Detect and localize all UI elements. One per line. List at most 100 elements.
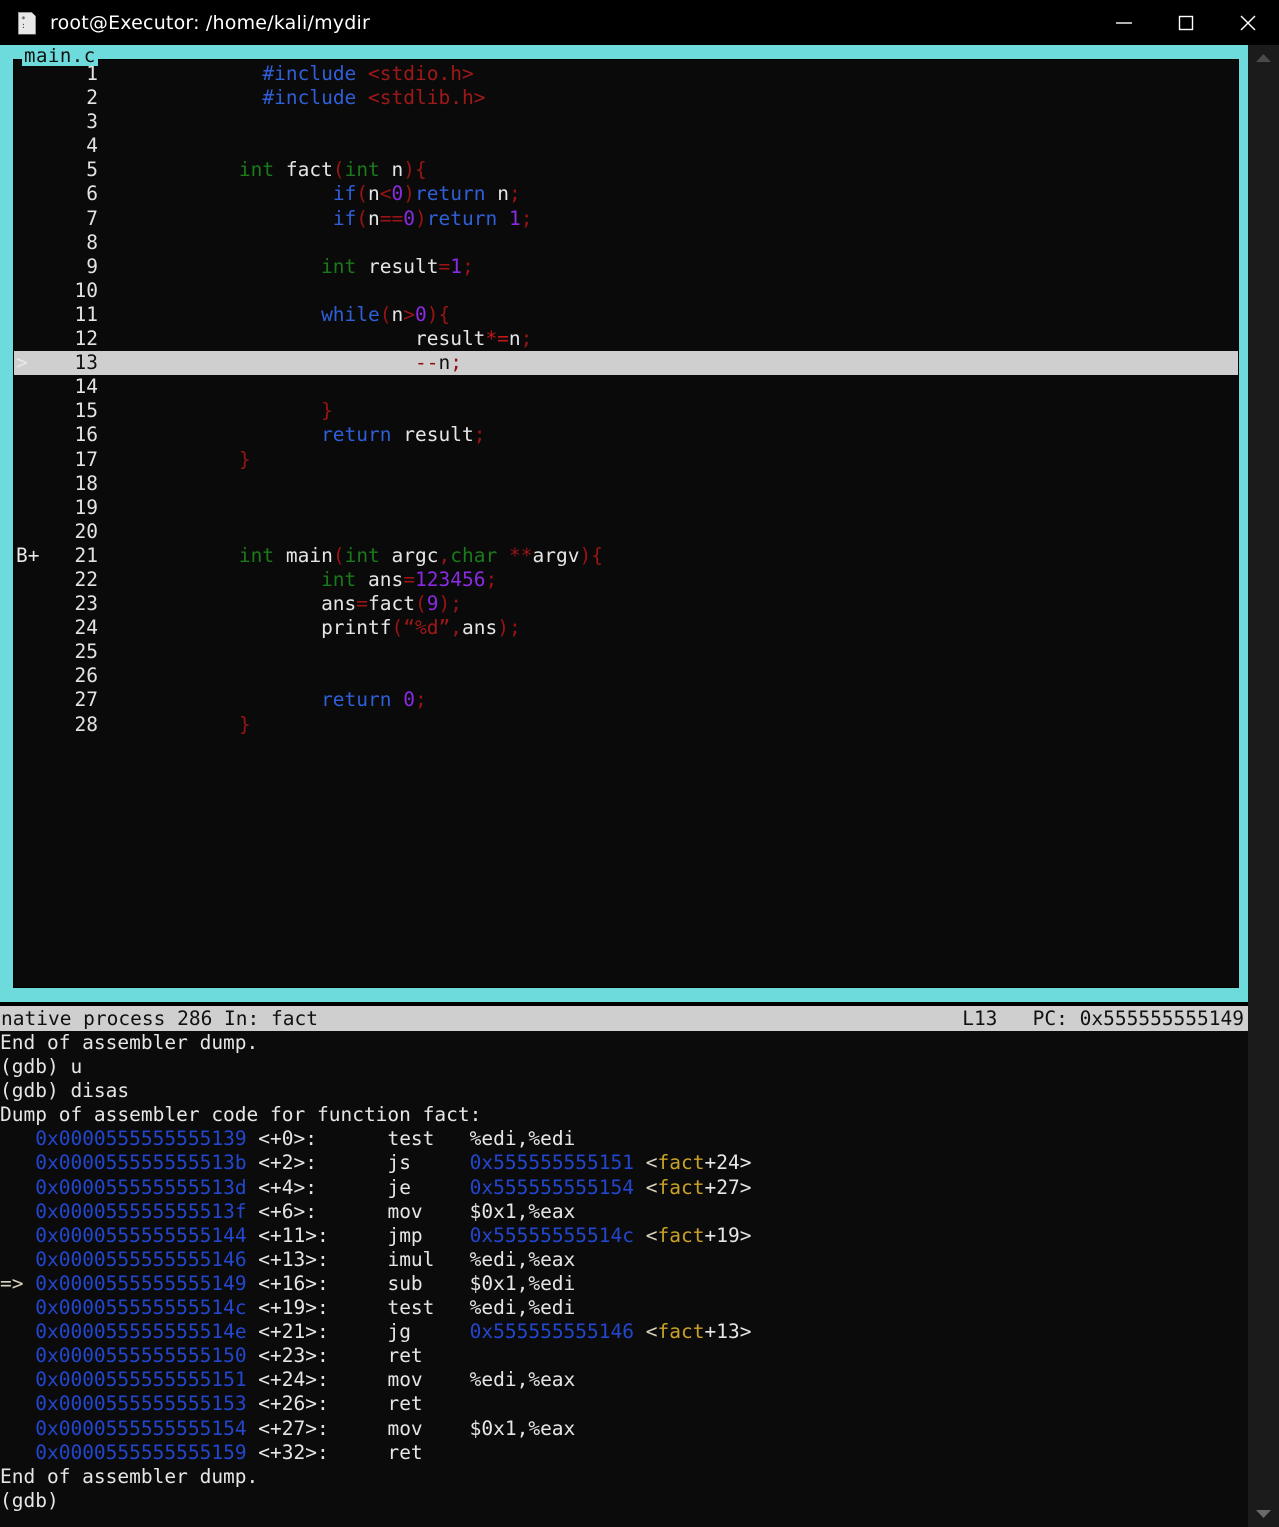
code-token: int: [238, 158, 275, 182]
code-token: =: [356, 592, 369, 616]
code-token: **: [508, 543, 533, 567]
line-number: 24: [74, 616, 98, 640]
line-text: int fact(int n){: [98, 158, 427, 182]
minimize-button[interactable]: [1093, 0, 1155, 45]
code-token: *=: [485, 327, 509, 351]
code-token: int: [238, 543, 275, 567]
source-line[interactable]: 4: [14, 134, 1238, 158]
console-text: <+24>:: [246, 1368, 364, 1392]
scroll-down-button[interactable]: [1248, 1501, 1279, 1527]
code-token: {: [591, 543, 603, 567]
source-line[interactable]: 22 int ans=123456;: [14, 568, 1238, 592]
close-button[interactable]: [1217, 0, 1279, 45]
source-line[interactable]: 10: [14, 279, 1238, 303]
code-token: ;: [508, 616, 521, 640]
instruction-address: 0x0000555555555139: [35, 1127, 247, 1151]
code-token: =: [438, 254, 451, 278]
line-text: }: [98, 713, 251, 737]
source-line[interactable]: >13 --n;: [14, 351, 1238, 376]
code-token: 123456: [415, 567, 486, 591]
source-line[interactable]: 23 ans=fact(9);: [14, 592, 1238, 616]
source-line[interactable]: 9 int result=1;: [14, 255, 1238, 279]
code-token: ): [403, 182, 416, 206]
source-line[interactable]: 26: [14, 664, 1238, 688]
line-number: 7: [86, 206, 98, 230]
instruction-address: 0x555555555154: [469, 1175, 635, 1199]
line-number: 22: [74, 567, 98, 591]
instruction-address: 0x0000555555555154: [35, 1416, 247, 1440]
gdb-status-line: native process 286 In: fact L13 PC: 0x55…: [0, 1006, 1248, 1031]
maximize-button[interactable]: [1155, 0, 1217, 45]
source-line[interactable]: 17 }: [14, 448, 1238, 472]
code-token: ,: [450, 616, 462, 640]
source-line[interactable]: 25: [14, 640, 1238, 664]
line-text: int main(int argc,char **argv){: [98, 544, 603, 568]
source-line[interactable]: B+ 21 int main(int argc,char **argv){: [14, 544, 1238, 568]
line-text: int result=1;: [98, 255, 474, 279]
source-line[interactable]: 6 if(n<0)return n;: [14, 182, 1238, 206]
line-number: 6: [86, 182, 98, 206]
code-token: ,: [438, 543, 451, 567]
source-line[interactable]: 18: [14, 472, 1238, 496]
code-token: ): [415, 206, 427, 230]
console-line: 0x000055555555514c <+19>: test %edi,%edi: [0, 1296, 1248, 1320]
code-token: =: [403, 567, 416, 591]
console-line: => 0x0000555555555149 <+16>: sub $0x1,%e…: [0, 1272, 1248, 1296]
source-line[interactable]: 8: [14, 231, 1238, 255]
source-line[interactable]: 12 result*=n;: [14, 327, 1238, 351]
code-token: argv: [532, 543, 580, 567]
source-line[interactable]: 1 #include <stdio.h>: [14, 62, 1238, 86]
code-token: ;: [520, 206, 533, 230]
current-line-marker: >: [16, 351, 28, 375]
minimize-icon: [1114, 16, 1134, 30]
line-number: 9: [86, 254, 98, 278]
code-token: fact: [368, 592, 416, 616]
code-token: }: [238, 447, 251, 471]
line-number: 11: [74, 302, 98, 326]
code-token: if: [332, 182, 357, 206]
code-token: 0: [403, 206, 416, 230]
source-line[interactable]: 20: [14, 520, 1238, 544]
code-token: return: [415, 182, 486, 206]
source-line[interactable]: 11 while(n>0){: [14, 303, 1238, 327]
source-line[interactable]: 15 }: [14, 399, 1238, 423]
source-line[interactable]: 5 int fact(int n){: [14, 158, 1238, 182]
console-line: (gdb): [0, 1489, 1248, 1513]
code-token: (: [332, 158, 345, 182]
source-line[interactable]: 2 #include <stdlib.h>: [14, 86, 1238, 110]
instruction-address: 0x000055555555513b: [35, 1151, 247, 1175]
line-number: 14: [74, 375, 98, 399]
code-token: “%d”: [403, 616, 451, 640]
source-line[interactable]: 19: [14, 496, 1238, 520]
scroll-up-button[interactable]: [1248, 45, 1279, 71]
gdb-console[interactable]: End of assembler dump. (gdb) u (gdb) disas…: [0, 1031, 1248, 1527]
source-line[interactable]: 27 return 0;: [14, 688, 1238, 712]
code-token: {: [438, 302, 451, 326]
code-token: if: [332, 206, 357, 230]
console-text: End of assembler dump.: [0, 1464, 259, 1488]
instruction-address: 0x000055555555513d: [35, 1175, 247, 1199]
line-number: 8: [86, 230, 98, 254]
source-line[interactable]: 16 return result;: [14, 423, 1238, 447]
source-line[interactable]: 7 if(n==0)return 1;: [14, 207, 1238, 231]
line-text: }: [98, 399, 333, 423]
source-code-listing: 1 #include <stdio.h> 2 #include <stdlib.h…: [14, 62, 1238, 737]
console-line: 0x0000555555555139 <+0>: test %edi,%edi: [0, 1127, 1248, 1151]
source-line[interactable]: 14: [14, 375, 1238, 399]
window-scrollbar[interactable]: [1248, 45, 1279, 1527]
instruction-address: 0x0000555555555159: [35, 1440, 247, 1464]
console-text: <+23>:: [246, 1344, 364, 1368]
code-token: n: [368, 182, 380, 206]
source-line[interactable]: 3: [14, 110, 1238, 134]
source-line[interactable]: 24 printf(“%d”,ans);: [14, 616, 1238, 640]
source-line[interactable]: 28 }: [14, 713, 1238, 737]
source-pane[interactable]: 1 #include <stdio.h> 2 #include <stdlib.h…: [13, 59, 1239, 988]
